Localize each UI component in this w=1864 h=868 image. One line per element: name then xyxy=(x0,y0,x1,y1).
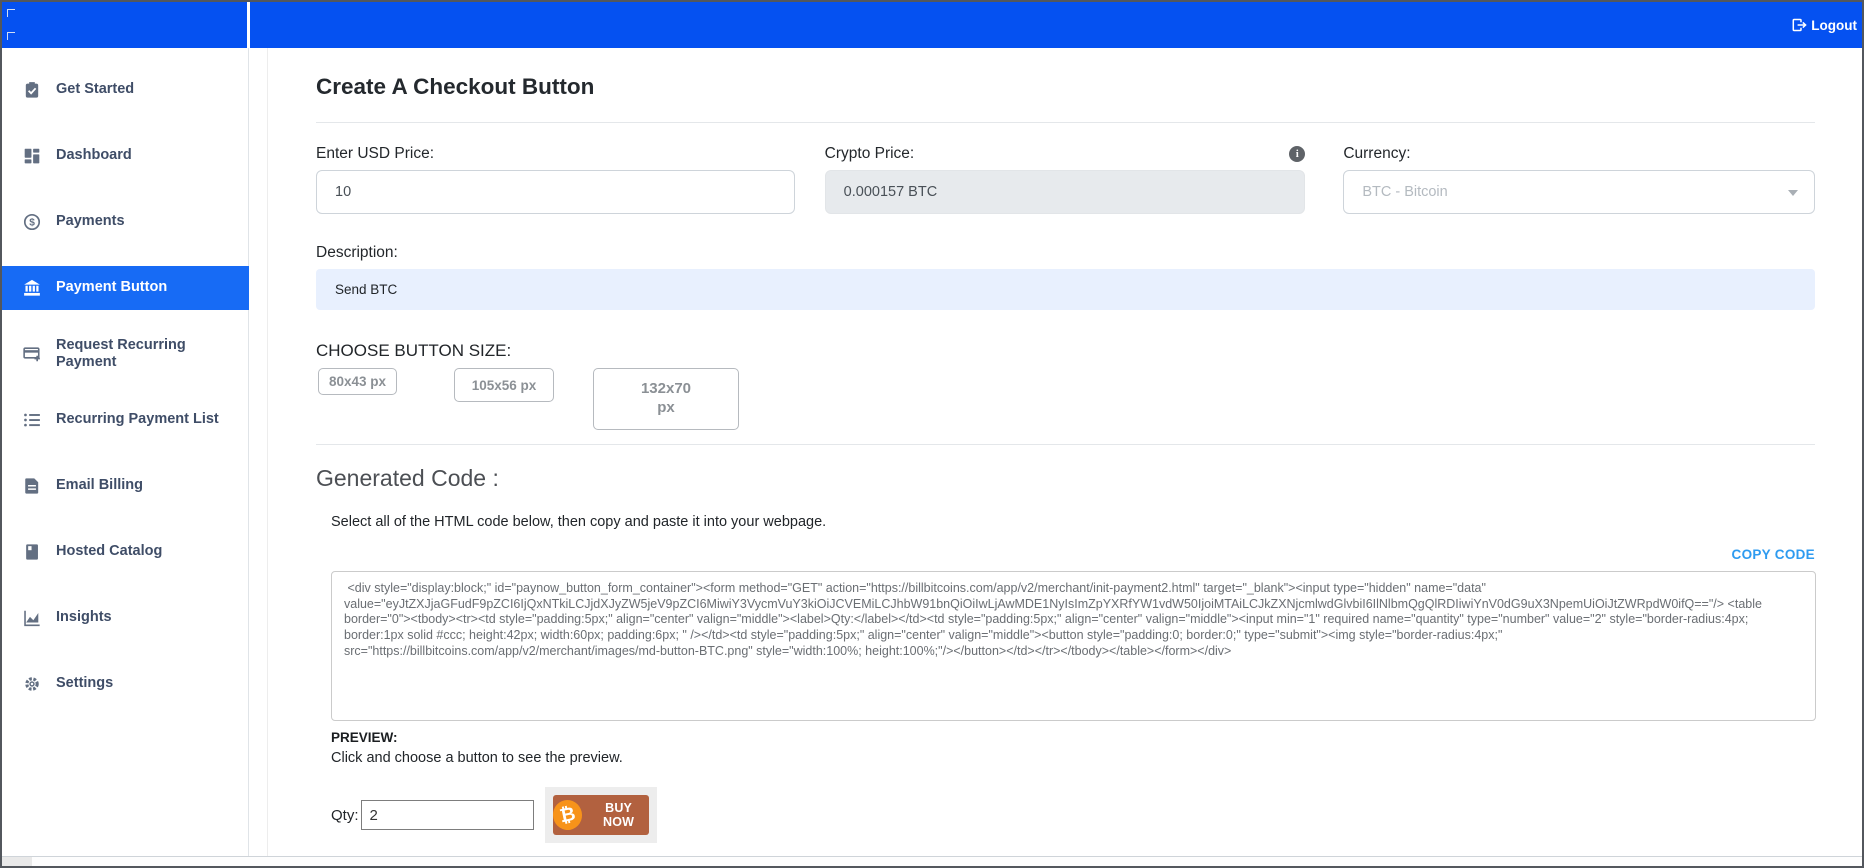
sidebar-item-request-recurring-payment[interactable]: Request Recurring Payment xyxy=(2,332,248,376)
logout-button[interactable]: Logout xyxy=(1791,17,1857,33)
bank-icon xyxy=(24,279,40,296)
size-option-80x43-button[interactable]: 80x43 px xyxy=(318,368,397,395)
divider xyxy=(316,444,1815,445)
info-icon[interactable]: i xyxy=(1289,146,1306,162)
bitcoin-icon: ₿ xyxy=(549,797,585,833)
generated-code-textarea[interactable]: <div style="display:block;" id="paynow_b… xyxy=(331,571,1816,721)
buy-now-label: BUY NOW xyxy=(603,801,635,829)
description-input[interactable] xyxy=(316,269,1815,310)
dollar-circle-icon: $ xyxy=(23,213,41,231)
app-window: Logout Get Started Dashboard $ Payments xyxy=(0,0,1864,868)
topbar-divider xyxy=(247,2,250,48)
sidebar-item-label: Recurring Payment List xyxy=(56,411,219,428)
qty-input[interactable] xyxy=(360,800,534,830)
sidebar-item-email-billing[interactable]: Email Billing xyxy=(2,464,248,508)
sidebar-item-label: Dashboard xyxy=(56,147,132,164)
sidebar-item-label: Get Started xyxy=(56,81,135,98)
price-fields-row: Enter USD Price: Crypto Price: i Currenc… xyxy=(316,145,1815,214)
main-content: Create A Checkout Button Enter USD Price… xyxy=(267,48,1862,856)
currency-label: Currency: xyxy=(1343,145,1411,162)
buy-button-frame: ₿ BUY NOW xyxy=(544,787,657,843)
sidebar-item-label: Insights xyxy=(56,609,112,626)
preview-instructions: Click and choose a button to see the pre… xyxy=(331,750,623,766)
sidebar-item-settings[interactable]: Settings xyxy=(2,662,248,706)
sidebar-item-insights[interactable]: Insights xyxy=(2,596,248,640)
logo-broken-icon xyxy=(7,32,15,40)
document-icon xyxy=(25,478,39,494)
logout-label: Logout xyxy=(1811,17,1857,33)
gear-icon xyxy=(25,677,39,691)
sidebar-item-label: Email Billing xyxy=(56,477,144,494)
button-size-label: CHOOSE BUTTON SIZE: xyxy=(316,341,512,360)
scrollbar-corner xyxy=(2,857,32,866)
sidebar-item-dashboard[interactable]: Dashboard xyxy=(2,134,248,178)
box-arrow-right-icon xyxy=(1792,18,1807,32)
divider xyxy=(316,122,1815,123)
page-title: Create A Checkout Button xyxy=(316,74,595,99)
buy-now-button[interactable]: ₿ BUY NOW xyxy=(549,795,649,835)
sidebar-item-label: Settings xyxy=(56,675,114,692)
generated-code-instructions: Select all of the HTML code below, then … xyxy=(331,514,827,530)
dashboard-grid-icon xyxy=(24,148,40,164)
preview-widget: Qty: ₿ BUY NOW xyxy=(331,787,1815,843)
sidebar-item-payments[interactable]: $ Payments xyxy=(2,200,248,244)
usd-price-input[interactable] xyxy=(316,170,795,214)
sidebar-item-label: Hosted Catalog xyxy=(56,543,163,560)
sidebar-item-get-started[interactable]: Get Started xyxy=(2,68,248,112)
sidebar-item-label: Payments xyxy=(56,213,125,230)
sidebar-item-recurring-payment-list[interactable]: Recurring Payment List xyxy=(2,398,248,442)
crypto-price-input xyxy=(824,170,1306,214)
book-icon xyxy=(26,544,38,560)
svg-text:$: $ xyxy=(29,218,35,229)
description-label: Description: xyxy=(316,244,398,261)
qty-label: Qty: xyxy=(331,806,359,824)
logo-broken-icon xyxy=(7,9,15,17)
sidebar: Get Started Dashboard $ Payments Payment… xyxy=(2,48,249,856)
size-option-132x70-button[interactable]: 132x70 px xyxy=(593,368,739,430)
sidebar-item-label: Request Recurring Payment xyxy=(56,336,186,370)
preview-heading: PREVIEW: xyxy=(331,730,398,745)
top-navbar: Logout xyxy=(2,2,1862,48)
clipboard-check-icon xyxy=(25,82,39,98)
sidebar-item-payment-button[interactable]: Payment Button xyxy=(2,266,249,310)
currency-select[interactable]: BTC - Bitcoin xyxy=(1343,170,1815,214)
sidebar-item-label: Payment Button xyxy=(56,279,168,296)
size-option-label: 132x70 px xyxy=(640,380,692,416)
sidebar-item-hosted-catalog[interactable]: Hosted Catalog xyxy=(2,530,248,574)
card-plus-icon xyxy=(23,347,40,362)
currency-selected-value: BTC - Bitcoin xyxy=(1362,184,1448,200)
copy-code-link[interactable]: COPY CODE xyxy=(1732,547,1815,562)
usd-price-label: Enter USD Price: xyxy=(316,145,435,162)
chart-line-icon xyxy=(24,610,40,627)
chevron-down-icon xyxy=(1788,190,1798,196)
size-option-105x56-button[interactable]: 105x56 px xyxy=(454,368,554,402)
bottom-strip xyxy=(2,856,1862,866)
generated-code-heading: Generated Code : xyxy=(316,465,499,491)
list-icon xyxy=(24,413,40,427)
crypto-price-label: Crypto Price: xyxy=(824,145,915,162)
button-size-options: 80x43 px 105x56 px 132x70 px xyxy=(316,368,1815,430)
